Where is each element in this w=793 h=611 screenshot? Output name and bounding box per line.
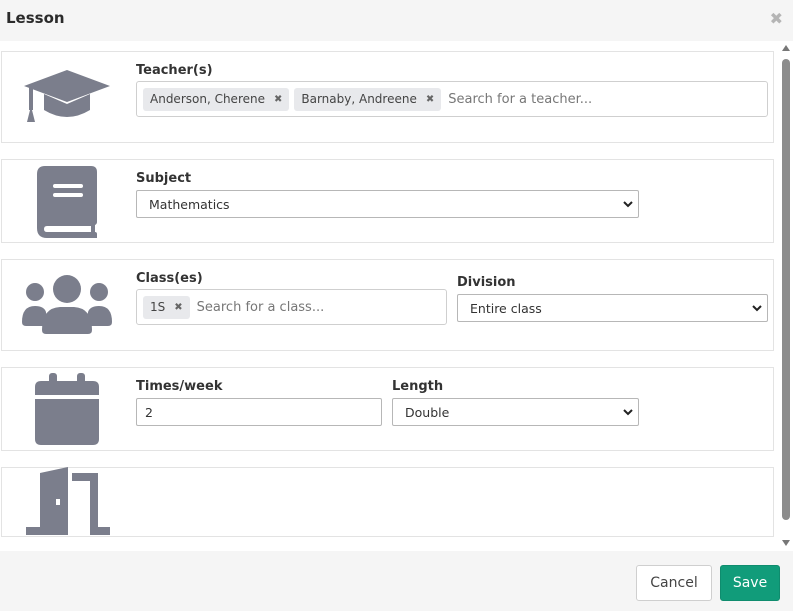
subject-card: Subject Mathematics (1, 159, 774, 243)
length-select-value: Double (405, 404, 450, 420)
scrollbar-thumb[interactable] (782, 59, 790, 520)
class-tag: 1S ✖ (143, 295, 190, 319)
class-tag-label: 1S (150, 300, 166, 314)
dialog-body: Teacher(s) Anderson, Cherene ✖ Barnaby, … (0, 41, 793, 551)
chevron-down-icon (752, 305, 762, 312)
teacher-search-placeholder[interactable]: Search for a teacher... (448, 92, 592, 107)
times-label: Times/week (136, 379, 223, 394)
classes-label: Class(es) (136, 271, 203, 286)
scroll-up-icon[interactable] (782, 45, 790, 51)
division-select-value: Entire class (470, 300, 542, 316)
dialog-header: Lesson ✖ (0, 0, 793, 41)
calendar-icon (20, 373, 114, 445)
teacher-tag-label: Anderson, Cherene (150, 92, 265, 106)
users-icon (20, 274, 114, 336)
close-icon[interactable]: ✖ (770, 9, 783, 28)
teachers-card: Teacher(s) Anderson, Cherene ✖ Barnaby, … (1, 51, 774, 143)
teacher-tag-label: Barnaby, Andreene (301, 92, 417, 106)
subject-select-value: Mathematics (149, 196, 230, 212)
division-label: Division (457, 275, 516, 290)
room-card (1, 467, 774, 537)
teacher-search-input[interactable]: Anderson, Cherene ✖ Barnaby, Andreene ✖ … (136, 81, 768, 117)
division-select[interactable]: Entire class (457, 294, 768, 322)
book-icon (20, 166, 114, 238)
door-icon (20, 467, 114, 539)
class-search-input[interactable]: 1S ✖ Search for a class... (136, 289, 447, 325)
save-button[interactable]: Save (720, 565, 780, 601)
teacher-tag: Barnaby, Andreene ✖ (294, 87, 442, 111)
graduation-cap-icon (20, 68, 114, 126)
times-per-week-value: 2 (145, 404, 153, 420)
scroll-down-icon[interactable] (782, 540, 790, 546)
length-label: Length (392, 379, 444, 394)
subject-select[interactable]: Mathematics (136, 190, 639, 218)
class-search-placeholder[interactable]: Search for a class... (197, 300, 325, 315)
dialog-title: Lesson (6, 9, 65, 27)
times-per-week-input[interactable]: 2 (136, 398, 382, 426)
remove-tag-icon[interactable]: ✖ (274, 94, 282, 105)
length-select[interactable]: Double (392, 398, 639, 426)
scrollbar[interactable] (780, 41, 793, 551)
remove-tag-icon[interactable]: ✖ (174, 302, 182, 313)
remove-tag-icon[interactable]: ✖ (426, 94, 434, 105)
cancel-button[interactable]: Cancel (636, 565, 712, 601)
times-card: Times/week 2 Length Double (1, 367, 774, 451)
teachers-label: Teacher(s) (136, 63, 213, 78)
chevron-down-icon (623, 409, 633, 416)
classes-card: Class(es) 1S ✖ Search for a class... Div… (1, 259, 774, 351)
teacher-tag: Anderson, Cherene ✖ (143, 87, 290, 111)
dialog-footer: Cancel Save (0, 551, 793, 611)
chevron-down-icon (623, 201, 633, 208)
subject-label: Subject (136, 171, 192, 186)
